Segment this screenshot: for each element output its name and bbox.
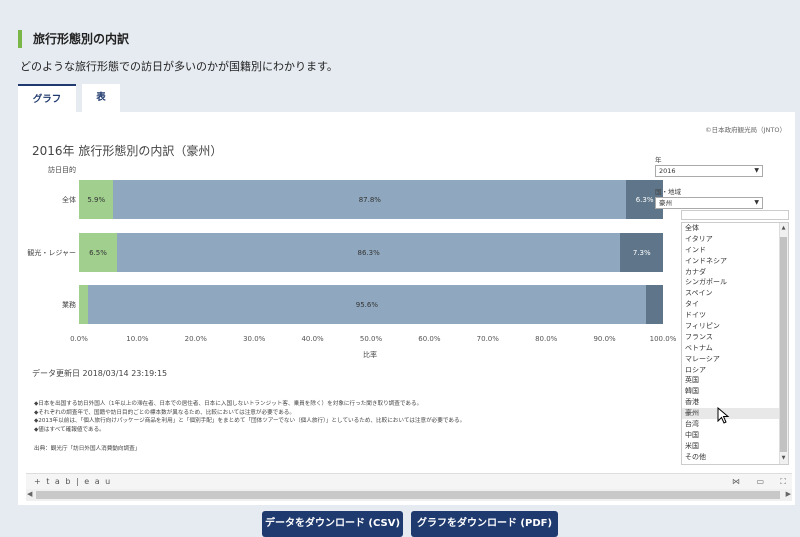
category-label: 観光・レジャー — [27, 249, 76, 257]
note-line: ◆値はすべて確報値である。 — [34, 426, 105, 433]
scroll-up-icon[interactable]: ▲ — [780, 224, 787, 233]
copyright-text: ©日本政府観光局（JNTO） — [705, 126, 786, 134]
section-description: どのような旅行形態での訪日が多いのかが国籍別にわかります。 — [20, 60, 338, 73]
country-option[interactable]: シンガポール — [682, 277, 788, 288]
country-option[interactable]: インド — [682, 245, 788, 256]
x-tick-label: 50.0% — [359, 335, 383, 343]
country-option[interactable]: タイ — [682, 299, 788, 310]
tab-table[interactable]: 表 — [82, 84, 120, 112]
category-label: 全体 — [62, 196, 76, 204]
bar-segment[interactable]: 87.8% — [113, 180, 627, 219]
x-tick-label: 10.0% — [126, 335, 149, 343]
tableau-toolbar: + t a b | e a u ⋈ ▭ ⛶ — [26, 473, 792, 489]
scroll-down-icon[interactable]: ▼ — [780, 454, 787, 463]
scroll-left-icon[interactable]: ◀ — [27, 490, 32, 498]
country-option[interactable]: 台湾 — [682, 419, 788, 430]
country-option[interactable]: フィリピン — [682, 321, 788, 332]
bar-segment[interactable]: 86.3% — [116, 233, 621, 272]
bar-row[interactable]: 95.6% — [79, 285, 663, 324]
bar-row[interactable]: 6.5% 86.3% 7.3% — [79, 233, 663, 272]
source-text: 出典：観光庁「訪日外国人消費動向調査」 — [34, 446, 141, 452]
x-tick-label: 100.0% — [649, 335, 677, 343]
country-option[interactable]: カナダ — [682, 267, 788, 278]
bar-segment[interactable] — [79, 285, 88, 324]
tableau-logo[interactable]: + t a b | e a u — [34, 477, 112, 486]
country-option[interactable]: 全体 — [682, 223, 788, 234]
country-option[interactable]: 英国 — [682, 375, 788, 386]
year-select[interactable]: 2016 ▼ — [655, 165, 763, 177]
download-icon[interactable]: ▭ — [756, 477, 764, 486]
y-axis-header: 訪日目的 — [48, 166, 76, 174]
chart-title: 2016年 旅行形態別の内訳（豪州） — [32, 144, 223, 158]
x-tick-label: 90.0% — [593, 335, 616, 343]
x-tick-label: 0.0% — [70, 335, 88, 343]
bar-row[interactable]: 5.9% 87.8% 6.3% — [79, 180, 663, 219]
country-option[interactable]: 韓国 — [682, 386, 788, 397]
scroll-right-icon[interactable]: ▶ — [786, 490, 791, 498]
country-option[interactable]: ベトナム — [682, 343, 788, 354]
country-option[interactable]: 中国 — [682, 430, 788, 441]
dropdown-scrollbar[interactable]: ▲ ▼ — [779, 223, 788, 464]
mouse-cursor-icon — [717, 407, 730, 424]
chevron-down-icon: ▼ — [754, 167, 759, 174]
note-line: ◆それぞれの調査年で、国籍や訪日目的ごとの標本数が異なるため、比較においては注意… — [34, 409, 295, 416]
country-select-value: 豪州 — [659, 199, 672, 207]
country-option[interactable]: ロシア — [682, 365, 788, 376]
country-select[interactable]: 豪州 ▼ — [655, 197, 763, 209]
share-icon[interactable]: ⋈ — [732, 477, 740, 486]
country-option[interactable]: インドネシア — [682, 256, 788, 267]
scrollbar-thumb[interactable] — [780, 237, 787, 452]
x-tick-label: 80.0% — [535, 335, 558, 343]
note-line: ◆2013年以前は、「個人旅行向けパッケージ商品を利用」と「個別手配」をまとめて… — [34, 418, 466, 425]
country-search-input[interactable] — [681, 210, 789, 220]
country-option[interactable]: マレーシア — [682, 354, 788, 365]
country-option[interactable]: 豪州 — [682, 408, 788, 420]
download-pdf-button[interactable]: グラフをダウンロード (PDF) — [411, 511, 558, 537]
country-option[interactable]: ドイツ — [682, 310, 788, 321]
notes: ◆日本を出国する訪日外国人（1年以上の滞在者、日本での居住者、日本に入国しないト… — [34, 400, 465, 434]
country-option[interactable]: 米国 — [682, 441, 788, 452]
x-tick-label: 40.0% — [301, 335, 324, 343]
country-dropdown: 全体 イタリア インド インドネシア カナダ シンガポール スペイン タイ ドイツ フィリピン フラ… — [681, 222, 789, 465]
fullscreen-icon[interactable]: ⛶ — [780, 477, 786, 487]
update-date: データ更新日 2018/03/14 23:19:15 — [32, 369, 168, 378]
bar-segment[interactable]: 5.9% — [79, 180, 114, 219]
year-select-value: 2016 — [659, 167, 676, 175]
bar-segment[interactable]: 7.3% — [620, 233, 663, 272]
country-filter-label: 国・地域 — [655, 188, 681, 196]
option-list: 全体 イタリア インド インドネシア カナダ シンガポール スペイン タイ ドイツ フィリピン フラ… — [682, 223, 788, 463]
x-axis-label: 比率 — [363, 351, 377, 359]
year-filter-label: 年 — [655, 156, 662, 164]
country-option[interactable]: スペイン — [682, 288, 788, 299]
hscrollbar-thumb[interactable] — [36, 491, 780, 499]
horizontal-scrollbar[interactable]: ◀ ▶ — [26, 489, 792, 501]
country-option[interactable]: フランス — [682, 332, 788, 343]
x-tick-label: 20.0% — [184, 335, 207, 343]
download-csv-button[interactable]: データをダウンロード (CSV) — [262, 511, 403, 537]
x-tick-label: 60.0% — [418, 335, 441, 343]
note-line: ◆日本を出国する訪日外国人（1年以上の滞在者、日本での居住者、日本に入国しないト… — [34, 401, 423, 407]
chevron-down-icon: ▼ — [754, 199, 759, 206]
bar-segment[interactable]: 6.5% — [79, 233, 117, 272]
country-option[interactable]: イタリア — [682, 234, 788, 245]
country-option[interactable]: その他 — [682, 452, 788, 463]
country-option[interactable]: 香港 — [682, 397, 788, 408]
x-tick-label: 70.0% — [476, 335, 499, 343]
tab-graph[interactable]: グラフ — [18, 84, 76, 112]
category-label: 業務 — [62, 301, 76, 309]
section-title: 旅行形態別の内訳 — [18, 30, 129, 48]
bar-segment[interactable] — [646, 285, 663, 324]
x-tick-label: 30.0% — [243, 335, 266, 343]
bar-segment[interactable]: 95.6% — [87, 285, 647, 324]
